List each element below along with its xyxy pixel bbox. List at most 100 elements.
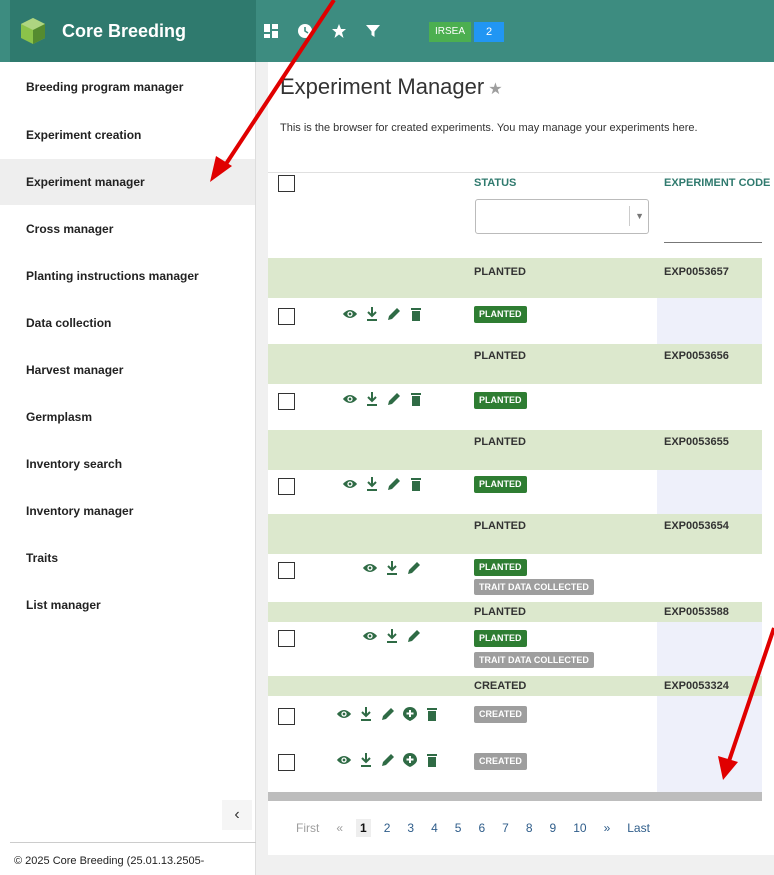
edit-icon[interactable] xyxy=(406,627,422,645)
column-header-status[interactable]: STATUS xyxy=(474,177,516,189)
table-row: PLANTED xyxy=(268,384,762,430)
delete-icon[interactable] xyxy=(408,305,424,323)
sidebar-item-harvest-manager[interactable]: Harvest manager xyxy=(0,347,255,393)
delete-icon[interactable] xyxy=(408,390,424,408)
pagination-page[interactable]: 5 xyxy=(455,821,462,835)
sidebar-footer: © 2025 Core Breeding (25.01.13.2505- xyxy=(10,842,256,872)
row-cell xyxy=(657,298,762,344)
delete-icon[interactable] xyxy=(424,705,440,723)
program-badge[interactable]: IRSEA xyxy=(429,22,472,42)
sidebar-item-label: Experiment manager xyxy=(26,175,145,189)
row-actions xyxy=(342,305,430,323)
row-actions xyxy=(342,390,430,408)
row-checkbox[interactable] xyxy=(278,478,295,495)
add-circle-icon[interactable] xyxy=(402,705,418,723)
experiment-code-filter-input[interactable] xyxy=(664,242,762,243)
row-checkbox[interactable] xyxy=(278,630,295,647)
sidebar-item-experiment-creation[interactable]: Experiment creation xyxy=(0,112,255,158)
sidebar-item-label: Experiment creation xyxy=(26,128,142,142)
download-icon[interactable] xyxy=(384,627,400,645)
chevron-left-icon: ‹ xyxy=(234,806,240,823)
select-all-checkbox[interactable] xyxy=(278,175,295,192)
pagination-page[interactable]: 10 xyxy=(573,821,586,835)
status-chip-planted: PLANTED xyxy=(474,559,527,576)
group-status: PLANTED xyxy=(474,520,526,532)
table-header-divider xyxy=(268,172,762,173)
view-icon[interactable] xyxy=(342,305,358,323)
column-header-experiment-code[interactable]: EXPERIMENT CODE xyxy=(664,177,770,189)
sidebar-item-label: Harvest manager xyxy=(26,363,124,377)
status-chip-planted: PLANTED xyxy=(474,476,527,493)
view-icon[interactable] xyxy=(336,705,352,723)
pagination-page[interactable]: 7 xyxy=(502,821,509,835)
pagination-page[interactable]: 9 xyxy=(550,821,557,835)
group-status: PLANTED xyxy=(474,266,526,278)
filter-icon[interactable] xyxy=(364,22,382,40)
view-icon[interactable] xyxy=(362,627,378,645)
page-description: This is the browser for created experime… xyxy=(280,122,698,134)
group-status: CREATED xyxy=(474,680,527,692)
pagination-next[interactable]: » xyxy=(604,821,611,835)
pagination: First « 1 2 3 4 5 6 7 8 9 10 » Last xyxy=(268,801,762,855)
view-icon[interactable] xyxy=(336,751,352,769)
row-checkbox[interactable] xyxy=(278,754,295,771)
pagination-page[interactable]: 4 xyxy=(431,821,438,835)
add-circle-icon[interactable] xyxy=(402,751,418,769)
favorite-star-icon[interactable]: ★ xyxy=(488,81,502,98)
table-row: PLANTED xyxy=(268,470,762,514)
pagination-page[interactable]: 8 xyxy=(526,821,533,835)
history-icon[interactable] xyxy=(296,22,314,40)
view-icon[interactable] xyxy=(342,475,358,493)
download-icon[interactable] xyxy=(358,705,374,723)
edit-icon[interactable] xyxy=(406,559,422,577)
edit-icon[interactable] xyxy=(386,390,402,408)
status-filter-select[interactable]: ▼ xyxy=(475,199,649,234)
row-checkbox[interactable] xyxy=(278,562,295,579)
edit-icon[interactable] xyxy=(386,475,402,493)
edit-icon[interactable] xyxy=(380,751,396,769)
sidebar-item-experiment-manager[interactable]: Experiment manager xyxy=(0,159,255,205)
row-actions xyxy=(362,627,428,645)
sidebar-item-inventory-manager[interactable]: Inventory manager xyxy=(0,488,255,534)
download-icon[interactable] xyxy=(364,475,380,493)
pagination-page[interactable]: 2 xyxy=(384,821,391,835)
pagination-page-current[interactable]: 1 xyxy=(356,819,371,837)
download-icon[interactable] xyxy=(384,559,400,577)
sidebar-item-label: Data collection xyxy=(26,316,112,330)
sidebar-item-breeding-program-manager[interactable]: Breeding program manager xyxy=(0,64,255,110)
sidebar-item-inventory-search[interactable]: Inventory search xyxy=(0,441,255,487)
row-checkbox[interactable] xyxy=(278,708,295,725)
download-icon[interactable] xyxy=(358,751,374,769)
pagination-page[interactable]: 6 xyxy=(478,821,485,835)
dashboard-icon[interactable] xyxy=(262,22,280,40)
collapse-sidebar-button[interactable]: ‹ xyxy=(222,800,252,830)
delete-icon[interactable] xyxy=(408,475,424,493)
sidebar-item-data-collection[interactable]: Data collection xyxy=(0,300,255,346)
row-checkbox[interactable] xyxy=(278,308,295,325)
pagination-page[interactable]: 3 xyxy=(407,821,414,835)
sidebar-item-planting-instructions-manager[interactable]: Planting instructions manager xyxy=(0,253,255,299)
pagination-last[interactable]: Last xyxy=(627,821,650,835)
sidebar-item-list-manager[interactable]: List manager xyxy=(0,582,255,628)
delete-icon[interactable] xyxy=(424,751,440,769)
table-row: CREATED xyxy=(268,744,762,792)
view-icon[interactable] xyxy=(342,390,358,408)
count-badge[interactable]: 2 xyxy=(474,22,504,42)
sidebar-item-cross-manager[interactable]: Cross manager xyxy=(0,206,255,252)
sidebar-item-traits[interactable]: Traits xyxy=(0,535,255,581)
brand[interactable]: Core Breeding xyxy=(10,0,256,62)
star-icon[interactable] xyxy=(330,22,348,40)
group-experiment-code: EXP0053654 xyxy=(664,520,729,532)
edit-icon[interactable] xyxy=(386,305,402,323)
sidebar-item-germplasm[interactable]: Germplasm xyxy=(0,394,255,440)
group-experiment-code: EXP0053588 xyxy=(664,606,729,618)
horizontal-scrollbar[interactable] xyxy=(268,792,762,801)
edit-icon[interactable] xyxy=(380,705,396,723)
download-icon[interactable] xyxy=(364,390,380,408)
download-icon[interactable] xyxy=(364,305,380,323)
row-actions xyxy=(362,559,428,577)
pagination-first[interactable]: First xyxy=(296,821,319,835)
view-icon[interactable] xyxy=(362,559,378,577)
pagination-prev[interactable]: « xyxy=(336,821,343,835)
row-checkbox[interactable] xyxy=(278,393,295,410)
